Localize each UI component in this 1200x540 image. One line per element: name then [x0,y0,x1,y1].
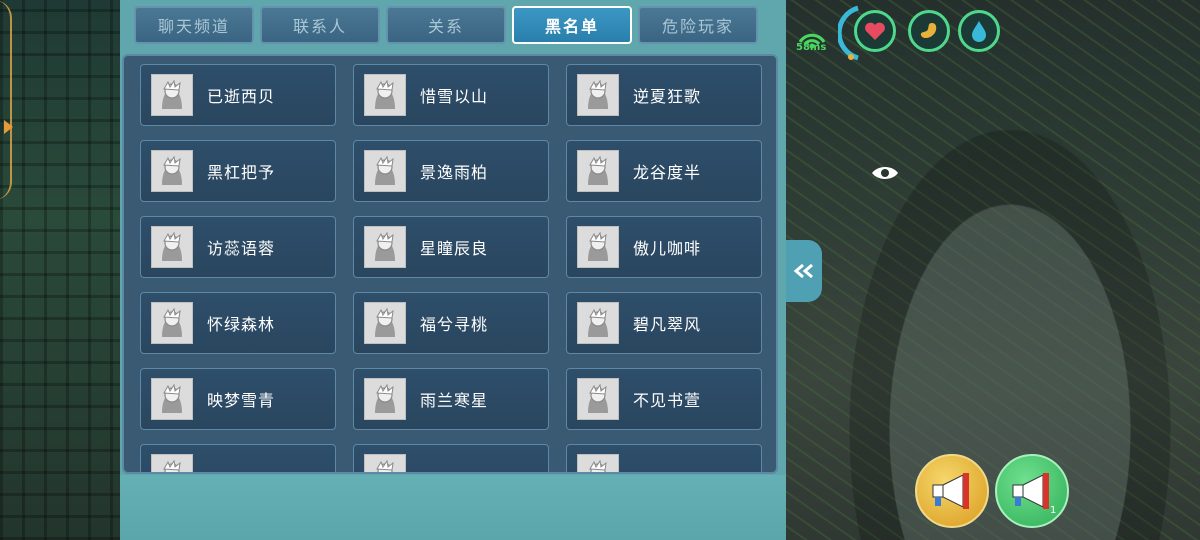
social-panel: 聊天频道 联系人 关系 黑名单 危险玩家 已逝西贝 惜雪以山 逆夏狂歌黑杠把予 景逸雨… [120,0,786,540]
health-status[interactable] [854,10,896,52]
player-name: 访蕊语蓉 [207,239,276,258]
blacklist-entry-partial[interactable] [140,444,336,472]
player-name: 碧凡翠风 [633,315,702,334]
player-avatar-icon [151,74,193,116]
player-avatar-icon [577,302,619,344]
tab-bar: 聊天频道 联系人 关系 黑名单 危险玩家 [134,6,774,46]
player-avatar-icon [364,302,406,344]
game-scene-left [0,0,125,540]
tab-chat-channel[interactable]: 聊天频道 [134,6,254,44]
blacklist-entry[interactable]: 逆夏狂歌 [566,64,762,126]
player-name: 怀绿森林 [207,315,276,334]
megaphone-icon [1012,473,1049,509]
blacklist-entry[interactable]: 访蕊语蓉 [140,216,336,278]
player-name: 龙谷度半 [633,163,702,182]
player-name: 逆夏狂歌 [633,87,702,106]
player-name: 傲儿咖啡 [633,239,702,258]
player-avatar-icon [364,74,406,116]
blacklist-entry[interactable]: 不见书萱 [566,368,762,430]
panel-footer [120,475,786,540]
player-avatar-icon [364,150,406,192]
blacklist-entry[interactable]: 雨兰寒星 [353,368,549,430]
player-name: 黑杠把予 [207,163,276,182]
blacklist-entry[interactable]: 福兮寻桃 [353,292,549,354]
player-avatar-icon [364,454,406,472]
heart-icon [865,22,885,40]
blacklist-entry[interactable]: 傲儿咖啡 [566,216,762,278]
double-chevron-left-icon [793,263,813,279]
blacklist-grid[interactable]: 已逝西贝 惜雪以山 逆夏狂歌黑杠把予 景逸雨柏 龙谷度半访蕊语蓉 星瞳辰良 傲儿咖啡怀绿森林… [122,54,778,474]
tab-contacts[interactable]: 联系人 [260,6,380,44]
player-name: 景逸雨柏 [420,163,489,182]
player-name: 星瞳辰良 [420,239,489,258]
blacklist-entry[interactable]: 已逝西贝 [140,64,336,126]
left-edge-indicator [0,0,12,200]
player-name: 不见书萱 [633,391,702,410]
blacklist-entry-partial[interactable] [353,444,549,472]
player-avatar-icon [577,74,619,116]
broadcast-count-badge: 1 [1050,505,1057,516]
collapse-panel-button[interactable] [786,240,822,302]
stomach-icon [920,23,937,38]
game-scene-right [780,0,1200,540]
player-avatar-icon [151,378,193,420]
blacklist-entry[interactable]: 景逸雨柏 [353,140,549,202]
player-avatar-icon [151,302,193,344]
player-avatar-icon [151,454,193,472]
player-avatar-icon [577,454,619,472]
water-drop-icon [972,21,986,42]
player-avatar-icon [577,378,619,420]
tab-dangerous-players[interactable]: 危险玩家 [638,6,758,44]
blacklist-entry[interactable]: 黑杠把予 [140,140,336,202]
visibility-toggle[interactable] [868,158,902,188]
world-broadcast-button[interactable] [915,454,989,528]
eye-icon [872,167,898,179]
player-name: 惜雪以山 [420,87,489,106]
left-arrow-icon[interactable] [4,120,13,134]
player-name: 映梦雪青 [207,391,276,410]
player-name: 雨兰寒星 [420,391,489,410]
player-avatar-icon [577,150,619,192]
blacklist-entry[interactable]: 惜雪以山 [353,64,549,126]
player-avatar-icon [364,378,406,420]
thirst-status[interactable] [958,10,1000,52]
player-name: 福兮寻桃 [420,315,489,334]
player-avatar-icon [151,226,193,268]
tab-blacklist[interactable]: 黑名单 [512,6,632,44]
blacklist-entry[interactable]: 映梦雪青 [140,368,336,430]
blacklist-entry[interactable]: 碧凡翠风 [566,292,762,354]
blacklist-entry[interactable]: 星瞳辰良 [353,216,549,278]
player-name: 已逝西贝 [207,87,276,106]
blacklist-entry[interactable]: 龙谷度半 [566,140,762,202]
hunger-status[interactable] [908,10,950,52]
player-avatar-icon [364,226,406,268]
ping-readout: 58ms [796,42,827,53]
player-avatar-icon [151,150,193,192]
tab-relations[interactable]: 关系 [386,6,506,44]
blacklist-entry-partial[interactable] [566,444,762,472]
team-broadcast-button[interactable] [995,454,1069,528]
blacklist-entry[interactable]: 怀绿森林 [140,292,336,354]
player-avatar-icon [577,226,619,268]
megaphone-icon [932,473,969,509]
